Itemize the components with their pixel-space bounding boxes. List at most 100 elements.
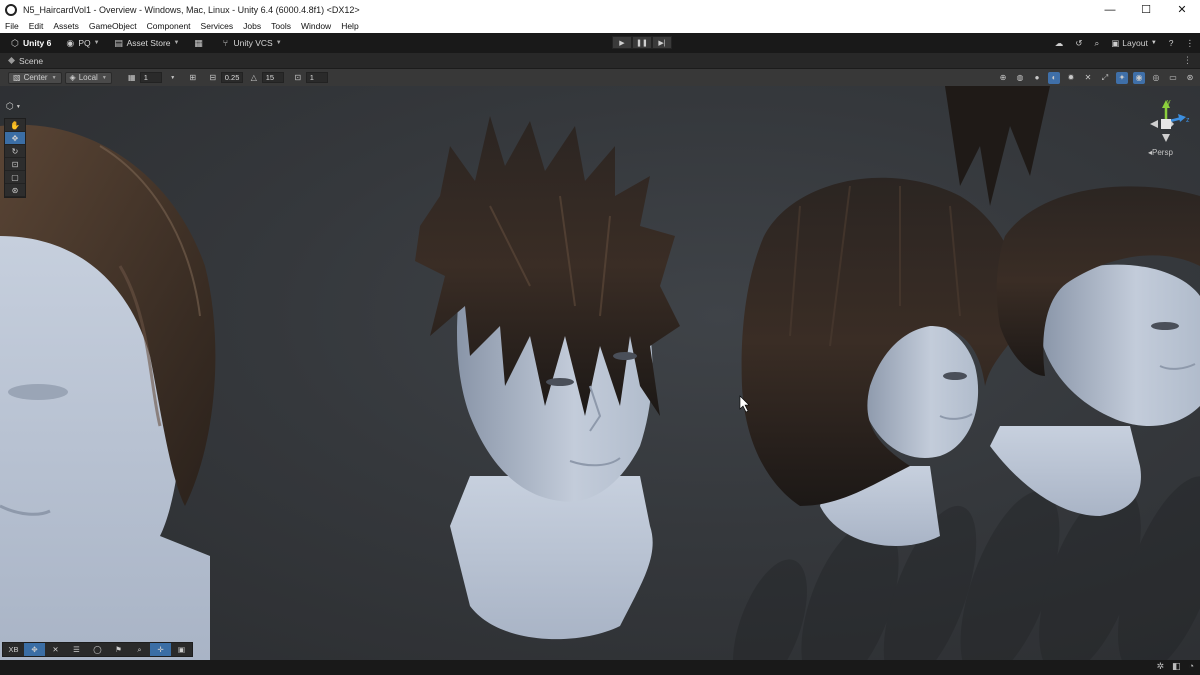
menu-help[interactable]: Help [336,21,363,31]
lit-sphere-icon: ◐ [1051,73,1057,82]
scale-snap-field[interactable]: 1 [305,72,328,83]
gizmos-dropdown[interactable]: ⊛ [1184,72,1196,84]
scale-snap-button[interactable]: ⊡ [292,72,304,84]
search-button[interactable]: ⌕ [1094,38,1099,49]
camera-settings-button[interactable]: ▭ [1167,72,1179,84]
globe-view-button[interactable]: ⊕ [997,72,1009,84]
window-title: N5_HaircardVol1 - Overview - Windows, Ma… [23,4,360,15]
scene-tab-kebab-icon[interactable]: ⋮ [1183,55,1192,66]
axis-z-label: z [1186,117,1190,124]
grid-icon: ▦ [127,73,136,82]
menu-component[interactable]: Component [142,21,196,31]
help-button[interactable]: ? [1169,38,1174,48]
audio-toggle-button[interactable]: ✕ [1082,72,1094,84]
menu-jobs[interactable]: Jobs [238,21,266,31]
main-kebab-button[interactable]: ⋮ [1186,38,1195,49]
render-mode-button[interactable]: ◎ [1150,72,1162,84]
progress-icon[interactable]: ◔ [1189,661,1194,672]
lighting-button[interactable]: ✹ [1065,72,1077,84]
scene-tab[interactable]: Scene [19,56,43,66]
overlay-button-8[interactable]: ✛ [150,643,171,656]
menu-bar: File Edit Assets GameObject Component Se… [0,19,1200,33]
scene-viewport[interactable] [0,86,1200,660]
menu-edit[interactable]: Edit [24,21,49,31]
effects-button[interactable]: ⤢ [1099,72,1111,84]
maximize-button[interactable]: ☐ [1128,0,1164,19]
gizmo-center-cube[interactable] [1161,119,1171,129]
pivot-rotation-dropdown[interactable]: ◈ Local ▼ [64,71,112,84]
collab-icon[interactable]: ◧ [1172,661,1181,672]
camera-icon: ▭ [1169,73,1177,82]
snap-increment-field[interactable]: 0.25 [220,72,243,83]
account-dropdown[interactable]: ◉ PQ ▼ [61,35,103,51]
overlay-button-5[interactable]: ◯ [87,643,108,656]
debug-icon[interactable]: ✲ [1157,661,1165,672]
history-button[interactable]: ↺ [1075,38,1082,49]
rotate-tool-button[interactable]: ↻ [5,145,25,158]
pause-button[interactable]: ❚❚ [632,36,652,49]
rect-tool-button[interactable]: ▢ [5,171,25,184]
unity-menu-button[interactable]: ⬡ Unity 6 [6,35,55,51]
visibility-layers-icon: ✦ [1118,73,1126,82]
layout-dropdown[interactable]: ▣ Layout ▼ [1111,38,1157,49]
overlay-button-6[interactable]: ⚑ [108,643,129,656]
shading-lit-button[interactable]: ◐ [1048,71,1060,84]
overlay-button-9[interactable]: ▣ [171,643,192,656]
tool-palette-menu[interactable]: ⬡ ▼ [4,100,26,113]
menu-assets[interactable]: Assets [48,21,84,31]
scene-visibility-button[interactable]: ✦ [1116,71,1128,84]
rotate-snap-field[interactable]: 15 [261,72,284,83]
overlay-button-7[interactable]: ⌕ [129,643,150,656]
pivot-icon: ▧ [13,73,21,82]
projection-toggle[interactable]: ◂Persp [1148,148,1173,157]
hand-tool-button[interactable]: ✋ [5,119,25,132]
grid-count-field[interactable]: 1 [139,72,162,83]
axis-z-cone[interactable] [1178,114,1186,122]
scale-icon: ⊡ [11,159,19,169]
transform-tool-button[interactable]: ⊛ [5,184,25,197]
rotate-snap-button[interactable]: △ [248,72,260,84]
help-icon: ? [1168,38,1174,48]
package-manager-button[interactable]: ▦ [189,35,210,51]
play-button[interactable]: ▶ [612,36,632,49]
unity-logo-icon: ⬡ [11,38,19,48]
menu-file[interactable]: File [0,21,24,31]
vcs-icon: ⑂ [222,38,229,48]
chevron-down-icon: ▼ [51,74,57,81]
overlay-button-4[interactable]: ☰ [66,643,87,656]
chevron-down-icon: ▼ [275,40,282,46]
minimize-button[interactable]: — [1092,0,1128,19]
scale-tool-button[interactable]: ⊡ [5,158,25,171]
overlay-button-3[interactable]: ✕ [45,643,66,656]
snap-settings-button[interactable]: ⊞ [187,72,199,84]
overlay-button-1[interactable]: XB [3,643,24,656]
scene-render [0,86,1200,660]
close-button[interactable]: ✕ [1164,0,1200,19]
menu-services[interactable]: Services [196,21,239,31]
account-label: PQ [78,38,91,48]
scene-tab-bar: Scene ⋮ [0,53,1200,69]
shading-shaded-button[interactable]: ● [1031,72,1043,84]
vcs-dropdown[interactable]: ⑂ Unity VCS ▼ [216,35,285,51]
transform-icon: ⊛ [11,185,19,195]
axis-neg-y-cone[interactable] [1162,134,1170,142]
axis-neg-x-cone[interactable] [1150,120,1158,128]
grid-dropdown[interactable]: ▼ [167,72,179,84]
gizmos-eye-button[interactable]: ◉ [1133,71,1145,84]
grid-visibility-button[interactable]: ▦ [126,72,138,84]
head-medium-shag-haircut [741,177,1020,546]
increment-snap-button[interactable]: ⊟ [207,72,219,84]
transform-tools: ✋ ✥ ↻ ⊡ ▢ ⊛ [4,118,26,198]
orientation-gizmo[interactable]: y z [1140,98,1192,150]
asset-store-dropdown[interactable]: ▤ Asset Store ▼ [110,35,184,51]
menu-gameobject[interactable]: GameObject [84,21,142,31]
step-button[interactable]: ▶| [652,36,672,49]
asset-store-icon: ▤ [114,38,123,48]
shading-wireframe-button[interactable]: ◍ [1014,72,1026,84]
menu-tools[interactable]: Tools [266,21,296,31]
menu-window[interactable]: Window [296,21,336,31]
pivot-mode-dropdown[interactable]: ▧ Center ▼ [8,71,62,84]
overlay-button-2[interactable]: ✥ [24,643,45,656]
cloud-button[interactable]: ☁ [1055,38,1064,49]
move-tool-button[interactable]: ✥ [5,132,25,145]
